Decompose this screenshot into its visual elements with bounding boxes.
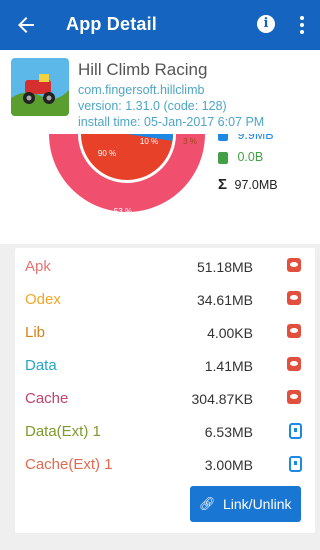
sigma-icon: Σ [218, 176, 228, 193]
size-value: 51.18MB [196, 259, 253, 275]
size-value: 1.41MB [204, 358, 253, 374]
stat-value: 97.0MB [234, 178, 278, 192]
app-bar: App Detail i [0, 0, 320, 50]
page-title: App Detail [66, 14, 158, 34]
pie-label: 90 % [98, 149, 116, 158]
size-label: Odex [25, 291, 61, 308]
disk-icon[interactable] [287, 291, 301, 305]
stat-value: 9.9MB [237, 134, 274, 142]
size-label: Data(Ext) 1 [25, 423, 101, 440]
sd-card-icon[interactable] [289, 456, 302, 472]
link-icon: 🔗︎ [199, 496, 216, 511]
size-label: Lib [25, 324, 46, 341]
list-item[interactable]: Odex 34.61MB [15, 283, 315, 316]
sd-card-icon[interactable] [289, 423, 302, 439]
info-icon[interactable]: i [257, 15, 275, 33]
list-item[interactable]: Cache(Ext) 1 3.00MB [15, 448, 315, 481]
link-unlink-label: Link/Unlink [223, 496, 292, 512]
stat-value: 0.0B [237, 150, 264, 164]
size-value: 6.53MB [204, 424, 253, 440]
pie-label: 53 % [114, 207, 132, 216]
stat-row: 9.9MB [218, 134, 274, 142]
disk-icon[interactable] [287, 324, 301, 338]
size-value: 4.00KB [207, 325, 253, 341]
size-label: Data [25, 357, 57, 374]
sd-card-icon [218, 151, 228, 164]
stat-row: 0.0B [218, 150, 263, 164]
size-value: 3.00MB [204, 457, 253, 473]
pie-label: 3 % [183, 137, 197, 146]
back-arrow-icon[interactable] [14, 13, 38, 37]
disk-icon[interactable] [287, 390, 301, 404]
storage-chart: 90 % 10 % 3 % 53 % 9.9MB 0.0B Σ 97.0MB [0, 134, 320, 244]
size-label: Apk [25, 258, 51, 275]
size-label: Cache(Ext) 1 [25, 456, 113, 473]
disk-icon [218, 134, 228, 141]
list-item[interactable]: Data(Ext) 1 6.53MB [15, 415, 315, 448]
pie-label: 10 % [140, 137, 158, 146]
list-item[interactable]: Data 1.41MB [15, 349, 315, 382]
size-value: 304.87KB [191, 391, 254, 407]
size-list-card: Apk 51.18MB Odex 34.61MB Lib 4.00KB Data… [15, 248, 315, 533]
size-label: Cache [25, 390, 69, 407]
list-item[interactable]: Apk 51.18MB [15, 250, 315, 283]
list-item[interactable]: Lib 4.00KB [15, 316, 315, 349]
list-item[interactable]: Cache 304.87KB [15, 382, 315, 415]
link-unlink-button[interactable]: 🔗︎ Link/Unlink [190, 486, 301, 522]
app-header: Hill Climb Racing com.fingersoft.hillcli… [0, 50, 320, 134]
app-icon [11, 58, 69, 116]
more-options-icon[interactable] [298, 13, 306, 37]
stat-row: Σ 97.0MB [218, 176, 278, 193]
version-info: version: 1.31.0 (code: 128) [78, 99, 227, 113]
disk-icon[interactable] [287, 258, 301, 272]
disk-icon[interactable] [287, 357, 301, 371]
app-name: Hill Climb Racing [78, 60, 208, 79]
package-name: com.fingersoft.hillclimb [78, 83, 205, 97]
size-value: 34.61MB [196, 292, 253, 308]
install-time: install time: 05-Jan-2017 6:07 PM [78, 115, 265, 129]
